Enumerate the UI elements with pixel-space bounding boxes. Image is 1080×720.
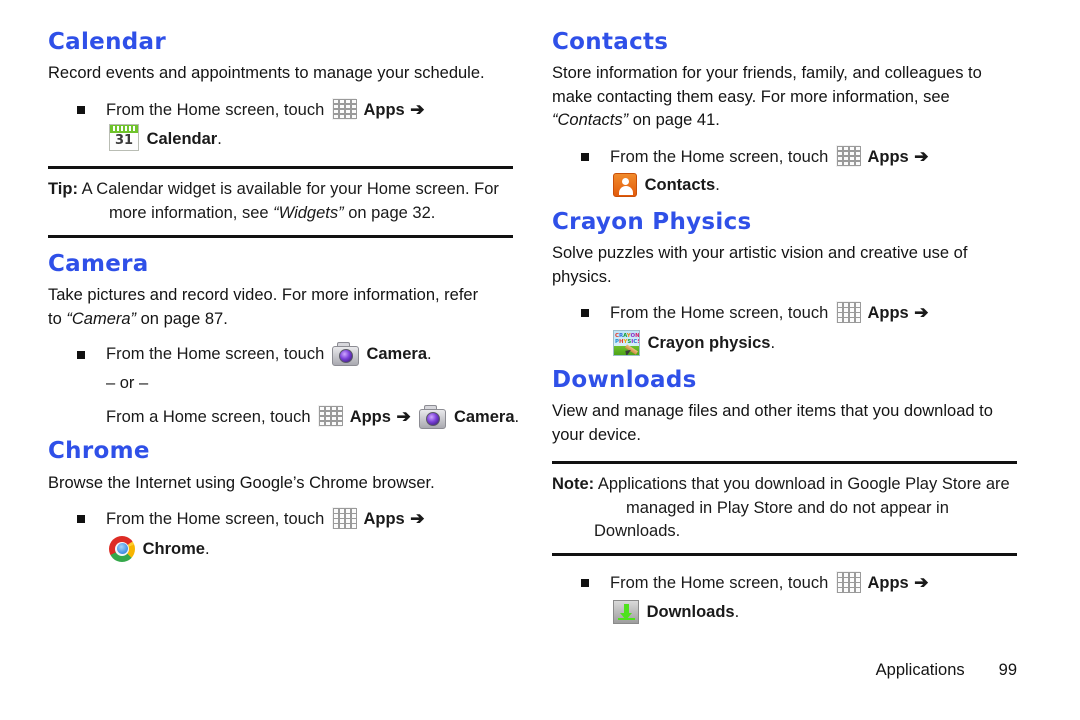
apps-label: Apps [867,574,909,593]
chrome-step-prefix: From the Home screen, touch [106,510,325,529]
camera-desc-line2-pre: to [48,309,67,328]
calendar-app-label: Calendar [146,130,218,149]
camera-desc-line2-post: on page 87. [136,309,228,328]
downloads-description: View and manage files and other items th… [552,400,1017,447]
tip-line2-pre: more information, see [109,203,274,222]
page-footer: Applications 99 [552,661,1017,680]
apps-label: Apps [349,407,391,426]
chrome-app-icon[interactable] [109,535,135,562]
contacts-app-label: Contacts [644,176,716,195]
crayon-physics-app-icon[interactable]: CRAYON PHYSICS [613,329,640,356]
calendar-icon-day: 31 [114,133,134,149]
contacts-step-prefix: From the Home screen, touch [610,147,829,166]
arrow-icon: ➔ [410,99,425,119]
downloads-step-prefix: From the Home screen, touch [610,574,829,593]
right-column: Contacts Store information for your frie… [552,29,1017,631]
tip-line2-post: on page 32. [343,203,436,222]
calendar-step-prefix: From the Home screen, touch [106,100,325,119]
bullet-square-icon [77,351,85,360]
camera-app-label: Camera [366,345,427,364]
contacts-description: Store information for your friends, fami… [552,62,1017,132]
camera-or-separator: – or – [106,373,149,392]
apps-grid-icon[interactable] [835,144,861,167]
note-line2: managed in Play Store and do not appear … [594,498,949,540]
arrow-icon: ➔ [914,146,929,166]
manual-page: Calendar Record events and appointments … [0,0,1080,720]
arrow-icon: ➔ [396,406,411,426]
camera-desc-line1: Take pictures and record video. For more… [48,286,479,305]
contacts-desc-ref: “Contacts” [552,111,629,130]
downloads-app-label: Downloads [646,603,735,622]
apps-label: Apps [867,304,909,323]
bullet-square-icon [77,515,85,524]
camera-app-label: Camera [453,407,515,426]
period: . [217,130,222,149]
tip-line2-ref: “Widgets” [273,203,344,222]
camera-description: Take pictures and record video. For more… [48,284,513,331]
apps-grid-icon[interactable] [331,507,357,530]
note-line1: Applications that you download in Google… [594,475,1010,494]
contacts-desc-line2: make contacting them easy. For more info… [552,87,950,106]
chrome-description: Browse the Internet using Google’s Chrom… [48,473,435,492]
downloads-desc-line2: your device. [552,425,641,444]
camera-app-icon[interactable] [419,404,447,429]
calendar-step: From the Home screen, touch Apps ➔ 31 Ca… [48,97,513,153]
downloads-step: From the Home screen, touch Apps ➔ Downl… [552,570,1017,625]
apps-grid-icon[interactable] [835,571,861,594]
bullet-square-icon [581,579,589,588]
arrow-icon: ➔ [410,509,425,529]
apps-label: Apps [363,100,405,119]
chrome-step: From the Home screen, touch Apps ➔ Chrom… [48,506,513,562]
apps-label: Apps [363,510,405,529]
calendar-app-icon[interactable]: 31 [109,124,139,152]
heading-camera: Camera [48,251,149,278]
chrome-app-label: Chrome [142,539,205,558]
tip-box: Tip: A Calendar widget is available for … [48,166,513,239]
contacts-desc-line1: Store information for your friends, fami… [552,64,982,83]
camera-lens [426,411,441,426]
crayon-step-prefix: From the Home screen, touch [610,304,829,323]
crayon-desc-line1: Solve puzzles with your artistic vision … [552,244,968,263]
footer-section-name: Applications [875,661,965,679]
camera-alt-step-prefix: From a Home screen, touch [106,407,311,426]
bullet-square-icon [581,152,589,161]
crayon-physics-step: From the Home screen, touch Apps ➔ CRAYO… [552,300,1017,356]
downloads-desc-line1: View and manage files and other items th… [552,402,993,421]
calendar-description: Record events and appointments to manage… [48,64,485,83]
bullet-square-icon [581,309,589,318]
bullet-square-icon [77,105,85,114]
camera-app-icon[interactable] [331,342,359,367]
camera-step-prefix: From the Home screen, touch [106,345,325,364]
heading-downloads: Downloads [552,366,697,393]
note-label: Note: [552,475,595,494]
downloads-app-icon[interactable] [613,600,639,625]
contacts-desc-line3-post: on page 41. [628,111,720,130]
arrow-icon: ➔ [914,303,929,323]
crayon-physics-description: Solve puzzles with your artistic vision … [552,242,1017,289]
camera-step: From the Home screen, touch Camera. – or… [48,342,519,429]
camera-desc-ref: “Camera” [66,309,137,328]
heading-contacts: Contacts [552,29,669,55]
left-column: Calendar Record events and appointments … [48,29,519,568]
arrow-icon: ➔ [914,573,929,593]
crayon-desc-line2: physics. [552,267,612,286]
heading-crayon-physics: Crayon Physics [552,209,752,236]
camera-lens [338,349,353,364]
note-box: Note: Applications that you download in … [552,461,1017,557]
heading-calendar: Calendar [48,29,166,55]
crayon-physics-app-label: Crayon physics [647,333,771,352]
heading-chrome: Chrome [48,438,150,465]
contacts-step: From the Home screen, touch Apps ➔ Conta… [552,144,1017,199]
apps-grid-icon[interactable] [331,97,357,120]
apps-grid-icon[interactable] [318,404,344,427]
footer-page-number: 99 [998,661,1017,679]
apps-label: Apps [867,147,909,166]
tip-label: Tip: [48,180,78,199]
tip-line1: A Calendar widget is available for your … [77,180,499,199]
contacts-app-icon[interactable] [613,173,637,198]
apps-grid-icon[interactable] [835,301,861,324]
